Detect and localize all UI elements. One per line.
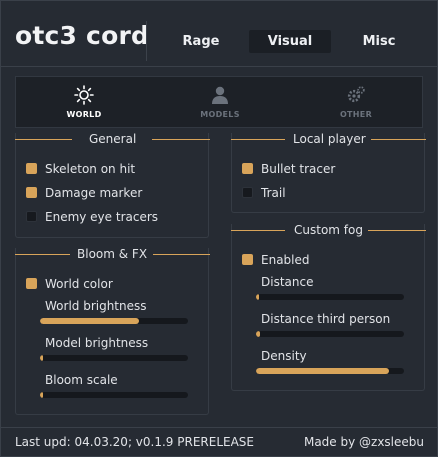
slider-fog-distance[interactable] xyxy=(256,294,404,300)
footer-version: Last upd: 04.03.20; v0.1.9 PRERELEASE xyxy=(15,435,255,449)
group-title-line xyxy=(15,139,72,140)
slider-fill xyxy=(40,355,43,361)
checkbox-damage-marker[interactable] xyxy=(26,187,37,198)
footer-divider xyxy=(1,427,437,428)
checkbox-bullet-tracer[interactable] xyxy=(242,163,253,174)
checkbox-fog-enabled[interactable] xyxy=(242,254,253,265)
group-title-line xyxy=(152,139,210,140)
app-title: otc3 cord xyxy=(15,21,150,50)
option-label: Skeleton on hit xyxy=(45,162,136,176)
subtab-world-label: WORLD xyxy=(66,110,102,119)
slider-label: Distance xyxy=(261,275,314,289)
person-icon xyxy=(212,86,228,104)
group-local-player-title: Local player xyxy=(293,132,366,146)
group-title-line xyxy=(231,139,285,140)
group-general-title: General xyxy=(89,132,137,146)
checkbox-world-color[interactable] xyxy=(26,278,37,289)
header-divider xyxy=(146,21,147,61)
group-title-line xyxy=(153,254,210,255)
group-local-player: Local player Bullet tracer Trail xyxy=(231,132,426,213)
group-title-line xyxy=(231,230,285,231)
slider-fill xyxy=(40,318,140,324)
slider-label: Model brightness xyxy=(45,336,149,350)
group-title-line xyxy=(371,139,426,140)
slider-fill xyxy=(256,331,261,337)
slider-fog-density[interactable] xyxy=(256,368,404,374)
slider-label: Bloom scale xyxy=(45,373,118,387)
option-label: Damage marker xyxy=(45,186,143,200)
group-title-line xyxy=(15,254,70,255)
option-label: Trail xyxy=(261,186,286,200)
slider-fill xyxy=(256,368,390,374)
menu-window: otc3 cord Rage Visual Misc WORLD MODELS … xyxy=(0,0,438,457)
slider-label: Distance third person xyxy=(261,312,391,326)
menu-header: otc3 cord Rage Visual Misc xyxy=(1,1,437,67)
option-label: Bullet tracer xyxy=(261,162,336,176)
subtab-other-label: OTHER xyxy=(339,110,373,119)
slider-model-brightness[interactable] xyxy=(40,355,188,361)
checkbox-skeleton-on-hit[interactable] xyxy=(26,163,37,174)
gears-icon xyxy=(347,86,365,103)
group-bloom-fx: Bloom & FX World color World brightness … xyxy=(15,247,210,415)
tab-rage[interactable]: Rage xyxy=(169,30,233,53)
footer-author: Made by @zxsleebu xyxy=(303,435,424,449)
sun-icon xyxy=(74,85,94,105)
slider-bloom-scale[interactable] xyxy=(40,392,188,398)
subtab-bar: WORLD MODELS OTHER xyxy=(15,76,423,128)
option-label: World color xyxy=(45,277,113,291)
checkbox-enemy-eye-tracers[interactable] xyxy=(26,211,37,222)
group-bloom-fx-title: Bloom & FX xyxy=(77,247,148,261)
checkbox-trail[interactable] xyxy=(242,187,253,198)
subtab-models-label: MODELS xyxy=(200,110,240,119)
slider-fill xyxy=(256,294,259,300)
slider-label: World brightness xyxy=(45,299,147,313)
slider-label: Density xyxy=(261,349,307,363)
tab-visual[interactable]: Visual xyxy=(249,30,331,53)
subtab-world[interactable]: WORLD xyxy=(16,77,152,127)
option-label: Enemy eye tracers xyxy=(45,210,159,224)
tab-misc[interactable]: Misc xyxy=(347,30,411,53)
subtab-other[interactable]: OTHER xyxy=(288,77,424,127)
slider-fill xyxy=(40,392,43,398)
option-label: Enabled xyxy=(261,253,310,267)
group-custom-fog-title: Custom fog xyxy=(294,223,363,237)
slider-fog-distance-third-person[interactable] xyxy=(256,331,404,337)
group-title-line xyxy=(368,230,426,231)
slider-world-brightness[interactable] xyxy=(40,318,188,324)
group-custom-fog: Custom fog Enabled Distance Distance thi… xyxy=(231,223,426,391)
subtab-models[interactable]: MODELS xyxy=(152,77,288,127)
group-general: General Skeleton on hit Damage marker En… xyxy=(15,132,210,238)
